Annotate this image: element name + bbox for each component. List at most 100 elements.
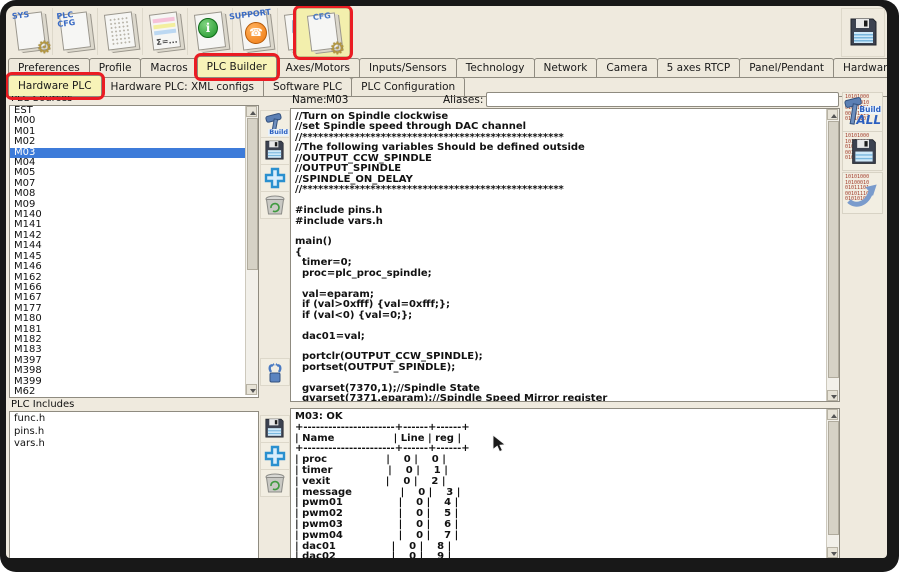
scroll-up-arrow-icon[interactable] xyxy=(246,106,257,117)
scroll-up-arrow-icon[interactable] xyxy=(827,109,838,120)
plc-source-item[interactable]: M182 xyxy=(10,335,245,345)
tab-item[interactable]: Inputs/Sensors xyxy=(359,58,457,77)
plc-source-item[interactable]: M181 xyxy=(10,325,245,335)
plc-source-item[interactable]: M03 xyxy=(10,148,245,158)
plc-source-item[interactable]: EST xyxy=(10,106,245,116)
plc-source-item[interactable]: M140 xyxy=(10,210,245,220)
save-source-button[interactable] xyxy=(260,137,290,165)
save-binary-button[interactable]: 10101000 10100010 01011101 00101110 0101… xyxy=(842,131,883,171)
plc-source-item[interactable]: M08 xyxy=(10,189,245,199)
toolbar-button-formula[interactable]: Σ=... xyxy=(143,8,188,55)
aliases-label: Aliases: xyxy=(443,94,483,106)
plc-source-item[interactable]: M01 xyxy=(10,127,245,137)
delete-output-button[interactable] xyxy=(260,469,290,497)
toolbar-button-sys[interactable]: SYS ⚙ xyxy=(8,8,53,55)
tab-item[interactable]: Axes/Motors xyxy=(276,58,360,77)
plc-include-item[interactable]: func.h xyxy=(10,412,258,425)
sources-scrollbar[interactable] xyxy=(245,106,258,395)
tab-item[interactable]: Macros xyxy=(140,58,197,77)
build-all-label-2: ALL xyxy=(856,114,881,127)
scrollbar-thumb[interactable] xyxy=(828,421,839,535)
plc-includes-title: PLC Includes xyxy=(11,399,74,410)
plc-source-code[interactable]: //Turn on Spindle clockwise //set Spindl… xyxy=(291,109,839,402)
gear-icon: ⚙ xyxy=(37,40,52,57)
toolbar-button-support[interactable]: SUPPORT ☎ xyxy=(233,8,278,55)
screenshot: SYS ⚙ PLC CFG Σ=... i xyxy=(0,0,899,572)
plc-source-item[interactable]: M166 xyxy=(10,283,245,293)
code-editor[interactable]: //Turn on Spindle clockwise //set Spindl… xyxy=(290,108,840,402)
tab-item[interactable]: PLC Builder xyxy=(197,56,277,77)
plc-source-item[interactable]: M162 xyxy=(10,273,245,283)
tab-item[interactable]: Panel/Pendant xyxy=(739,58,834,77)
plc-source-item[interactable]: M144 xyxy=(10,241,245,251)
info-icon: i xyxy=(198,18,218,38)
add-source-button[interactable] xyxy=(260,164,290,192)
plc-source-item[interactable]: M00 xyxy=(10,116,245,126)
send-binary-button[interactable]: 10101000 10100010 01011101 00101110 0101… xyxy=(842,172,883,214)
add-output-button[interactable] xyxy=(260,442,290,470)
plus-icon xyxy=(263,444,287,468)
main-toolbar: SYS ⚙ PLC CFG Σ=... i xyxy=(8,8,885,56)
plc-includes-list[interactable]: func.hpins.hvars.h xyxy=(9,411,259,558)
plc-source-item[interactable]: M399 xyxy=(10,377,245,387)
scroll-down-arrow-icon[interactable] xyxy=(246,384,257,395)
tab-item[interactable]: Hardware PLC: XML configs xyxy=(101,77,264,96)
plc-source-item[interactable]: M145 xyxy=(10,252,245,262)
plc-source-item[interactable]: M398 xyxy=(10,366,245,376)
unlock-button[interactable] xyxy=(260,358,290,386)
build-all-button[interactable]: 10101000 10100010 01011101 00101110 0101… xyxy=(842,92,883,132)
toolbar-button-save[interactable] xyxy=(841,8,885,57)
curved-arrow-icon xyxy=(845,179,879,211)
plc-source-item[interactable]: M04 xyxy=(10,158,245,168)
plc-source-item[interactable]: M09 xyxy=(10,200,245,210)
toolbar-button-plc-cfg[interactable]: PLC CFG xyxy=(53,8,98,55)
scroll-down-arrow-icon[interactable] xyxy=(827,390,838,401)
plc-source-item[interactable]: M05 xyxy=(10,168,245,178)
plus-icon xyxy=(263,166,287,190)
build-button[interactable]: Build xyxy=(260,110,290,138)
document-icon xyxy=(104,11,136,50)
plc-source-item[interactable]: M397 xyxy=(10,356,245,366)
floppy-disk-icon xyxy=(263,139,286,162)
plc-source-item[interactable]: M62 xyxy=(10,387,245,397)
build-output-text: M03: OK +----------------------+------+-… xyxy=(291,409,839,558)
delete-source-button[interactable] xyxy=(260,191,290,219)
plc-source-item[interactable]: M142 xyxy=(10,231,245,241)
scroll-down-arrow-icon[interactable] xyxy=(827,547,838,558)
plc-include-item[interactable]: vars.h xyxy=(10,437,258,450)
floppy-disk-icon xyxy=(263,417,286,440)
plc-sources-list[interactable]: ESTM00M01M02M03M04M05M07M08M09M140M141M1… xyxy=(9,105,259,398)
plc-source-item[interactable]: M167 xyxy=(10,293,245,303)
tab-item[interactable]: Hardware xyxy=(833,58,887,77)
sigma-icon: Σ=... xyxy=(156,36,178,48)
main-tab-bar: PreferencesProfileMacrosPLC BuilderAxes/… xyxy=(8,56,885,77)
scrollbar-thumb[interactable] xyxy=(828,121,839,378)
floppy-disk-icon xyxy=(847,16,879,48)
plc-source-item[interactable]: M07 xyxy=(10,179,245,189)
floppy-disk-icon xyxy=(849,137,879,167)
tab-item[interactable]: Network xyxy=(534,58,598,77)
aliases-input[interactable] xyxy=(486,92,839,107)
toolbar-button-report[interactable] xyxy=(98,8,143,55)
plc-source-item[interactable]: M02 xyxy=(10,137,245,147)
tab-item[interactable]: Technology xyxy=(456,58,535,77)
tab-item[interactable]: Hardware PLC xyxy=(8,75,102,96)
scrollbar-thumb[interactable] xyxy=(247,118,258,270)
plc-source-item[interactable]: M177 xyxy=(10,304,245,314)
build-label: Build xyxy=(268,129,289,136)
plc-source-item[interactable]: M183 xyxy=(10,345,245,355)
toolbar-button-info[interactable]: i xyxy=(188,8,233,55)
toolbar-button-cfg[interactable]: CFG ⚙ xyxy=(296,8,350,57)
tab-item[interactable]: 5 axes RTCP xyxy=(657,58,741,77)
output-scrollbar[interactable] xyxy=(826,409,839,558)
plc-include-item[interactable]: pins.h xyxy=(10,425,258,438)
plc-source-item[interactable]: M146 xyxy=(10,262,245,272)
build-output-panel[interactable]: M03: OK +----------------------+------+-… xyxy=(290,408,840,558)
editor-scrollbar[interactable] xyxy=(826,109,839,401)
plc-source-item[interactable]: M180 xyxy=(10,314,245,324)
phone-icon: ☎ xyxy=(245,22,267,44)
scroll-up-arrow-icon[interactable] xyxy=(827,409,838,420)
tab-item[interactable]: Camera xyxy=(596,58,657,77)
plc-source-item[interactable]: M141 xyxy=(10,220,245,230)
save-output-button[interactable] xyxy=(260,415,290,443)
